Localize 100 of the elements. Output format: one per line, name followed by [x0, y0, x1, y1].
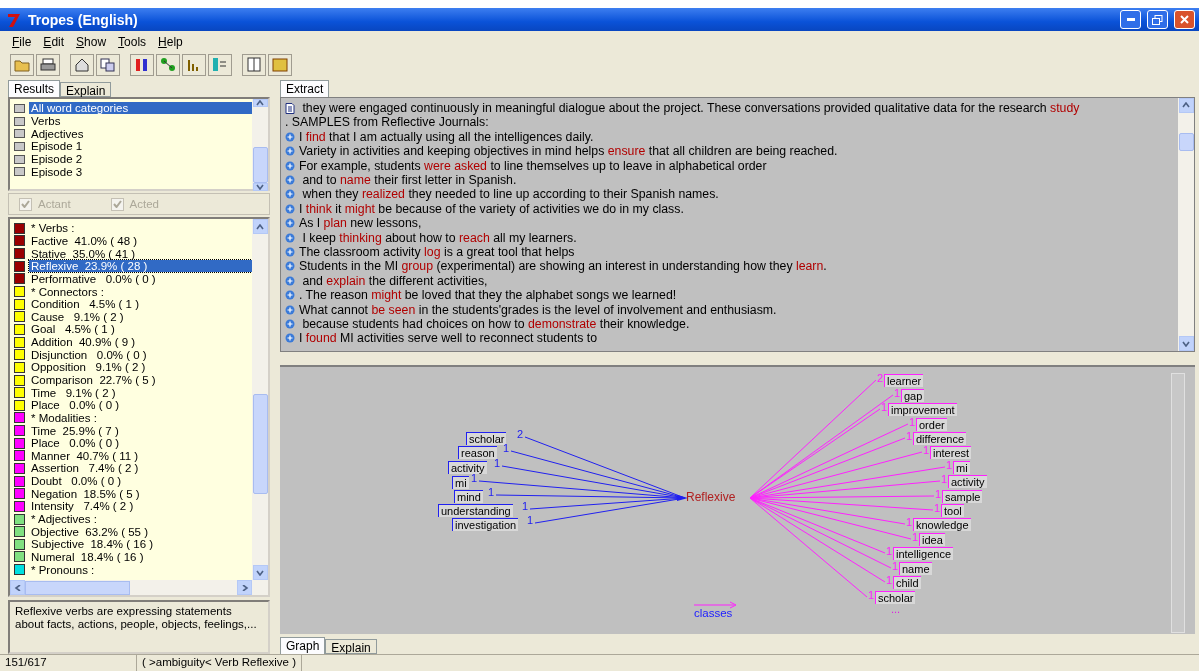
- toolbar-button[interactable]: [96, 54, 120, 76]
- menu-item[interactable]: Help: [152, 34, 189, 49]
- list-item[interactable]: Manner 40.7% ( 11 ): [29, 449, 141, 462]
- plus-icon: [285, 318, 295, 329]
- scroll-left-button[interactable]: [10, 580, 25, 595]
- scroll-up-icon: [256, 100, 264, 106]
- node-label: improvement: [888, 403, 957, 417]
- scrollbar[interactable]: [252, 99, 268, 189]
- list-item[interactable]: Performative 0.0% ( 0 ): [29, 272, 158, 285]
- toolbar-button[interactable]: [36, 54, 60, 76]
- scroll-down-icon: [256, 569, 264, 576]
- list-item[interactable]: * Modalities :: [29, 411, 99, 424]
- scroll-right-button[interactable]: [237, 580, 252, 595]
- list-item[interactable]: Numeral 18.4% ( 16 ): [29, 550, 146, 563]
- close-button[interactable]: [1174, 10, 1195, 29]
- document-icon: [285, 102, 295, 114]
- toolbar-button[interactable]: [70, 54, 94, 76]
- list-item[interactable]: Verbs: [29, 115, 252, 128]
- plus-icon: [285, 218, 295, 229]
- tab[interactable]: Explain: [60, 82, 112, 97]
- count-label: 1: [503, 443, 510, 455]
- list-item[interactable]: Reflexive 23.9% ( 28 ): [29, 260, 252, 273]
- list-item[interactable]: Negation 18.5% ( 5 ): [29, 487, 142, 500]
- list-item[interactable]: Comparison 22.7% ( 5 ): [29, 374, 158, 386]
- list-item[interactable]: Episode 1: [29, 140, 252, 153]
- scroll-down-button[interactable]: [1178, 336, 1194, 352]
- scroll-up-button[interactable]: [252, 99, 268, 107]
- node-label: activity: [948, 475, 987, 489]
- menu-item[interactable]: Tools: [112, 34, 153, 49]
- extract-line: . The reason might be loved that they the alphabet songs we learned!: [299, 288, 677, 303]
- extract-line: What cannot be seen in the students'grades is the level of involvement and enthusiasm.: [299, 302, 777, 317]
- list-item[interactable]: * Adjectives :: [29, 513, 99, 526]
- scrollbar[interactable]: [1178, 97, 1194, 352]
- list-item[interactable]: Adjectives: [29, 127, 252, 140]
- list-item[interactable]: Episode 2: [29, 153, 252, 166]
- list-item[interactable]: * Pronouns :: [29, 563, 97, 576]
- horizontal-scrollbar[interactable]: [10, 580, 268, 595]
- restore-button[interactable]: [1147, 10, 1168, 29]
- list-item[interactable]: All word categories: [29, 102, 252, 115]
- scroll-thumb[interactable]: [252, 147, 268, 183]
- extract-line: they were engaged continuously in meaningful dialogue about the project. These conversations provided qualitative data for the research study: [301, 101, 1080, 116]
- node-label: order: [916, 418, 947, 432]
- scroll-down-button[interactable]: [252, 183, 268, 191]
- list-item[interactable]: Assertion 7.4% ( 2 ): [29, 462, 141, 475]
- count-label: 1: [909, 417, 916, 429]
- scroll-down-button[interactable]: [252, 565, 268, 580]
- list-item[interactable]: Cause 9.1% ( 2 ): [29, 310, 126, 323]
- tab[interactable]: Results: [8, 80, 60, 97]
- list-item[interactable]: Time 25.9% ( 7 ): [29, 424, 121, 437]
- toolbar-button[interactable]: [182, 54, 206, 76]
- scroll-thumb[interactable]: [1178, 132, 1194, 151]
- node-label: mi: [452, 476, 469, 490]
- list-item[interactable]: * Verbs :: [29, 222, 77, 235]
- scroll-thumb[interactable]: [25, 580, 130, 595]
- category-icon: [14, 167, 25, 177]
- toolbar-button[interactable]: [130, 54, 154, 76]
- list-item[interactable]: Objective 63.2% ( 55 ): [29, 525, 150, 538]
- list-item[interactable]: Doubt 0.0% ( 0 ): [29, 475, 124, 488]
- list-item[interactable]: Episode 3: [29, 165, 252, 178]
- count-label: 1: [935, 489, 942, 501]
- plus-icon: [285, 246, 295, 257]
- menu-item[interactable]: Show: [70, 34, 113, 49]
- legend-arrow: [693, 601, 737, 609]
- tab[interactable]: Explain: [325, 639, 377, 654]
- node-label: investigation: [452, 518, 519, 532]
- count-label: 1: [522, 501, 529, 513]
- tab[interactable]: Graph: [280, 637, 326, 654]
- category-icon: [14, 141, 25, 151]
- list-item[interactable]: Condition 4.5% ( 1 ): [29, 298, 142, 311]
- list-item[interactable]: Addition 40.9% ( 9 ): [29, 336, 138, 349]
- node-label: learner: [884, 374, 924, 388]
- list-item[interactable]: Disjunction 0.0% ( 0 ): [29, 348, 149, 361]
- center-label: Reflexive: [686, 491, 736, 505]
- list-item[interactable]: Intensity 7.4% ( 2 ): [29, 500, 136, 513]
- scroll-up-button[interactable]: [1178, 97, 1194, 113]
- scroll-right-icon: [240, 584, 249, 591]
- extract-line: Variety in activities and keeping objectives in mind helps ensure that all children are being reached.: [299, 144, 838, 159]
- scrollbar[interactable]: [1171, 373, 1185, 634]
- list-item[interactable]: Time 9.1% ( 2 ): [29, 386, 118, 399]
- extract-line: when they realized they needed to line up according to their Spanish names.: [301, 187, 719, 202]
- tab[interactable]: Extract: [280, 79, 330, 97]
- list-item[interactable]: * Connectors :: [29, 285, 106, 298]
- scroll-thumb[interactable]: [252, 394, 268, 494]
- list-item[interactable]: Place 0.0% ( 0 ): [29, 399, 122, 412]
- menu-item[interactable]: File: [6, 34, 38, 49]
- scroll-up-button[interactable]: [252, 219, 268, 234]
- category-icon: [14, 154, 25, 164]
- list-item[interactable]: Place 0.0% ( 0 ): [29, 437, 122, 450]
- node-label: activity: [448, 461, 487, 475]
- list-item[interactable]: Goal 4.5% ( 1 ): [29, 323, 117, 336]
- count-label: 2: [517, 429, 524, 441]
- scrollbar[interactable]: [252, 219, 268, 580]
- minimize-button[interactable]: [1120, 10, 1141, 29]
- list-item[interactable]: Factive 41.0% ( 48 ): [29, 234, 140, 247]
- list-item[interactable]: Opposition 9.1% ( 2 ): [29, 361, 148, 374]
- menu-item[interactable]: Edit: [37, 34, 71, 49]
- extract-line: The classroom activity log is a great tool that helps: [299, 244, 575, 259]
- list-item[interactable]: Subjective 18.4% ( 16 ): [29, 538, 156, 551]
- node-label: mi: [953, 461, 970, 475]
- plus-icon: [285, 146, 295, 157]
